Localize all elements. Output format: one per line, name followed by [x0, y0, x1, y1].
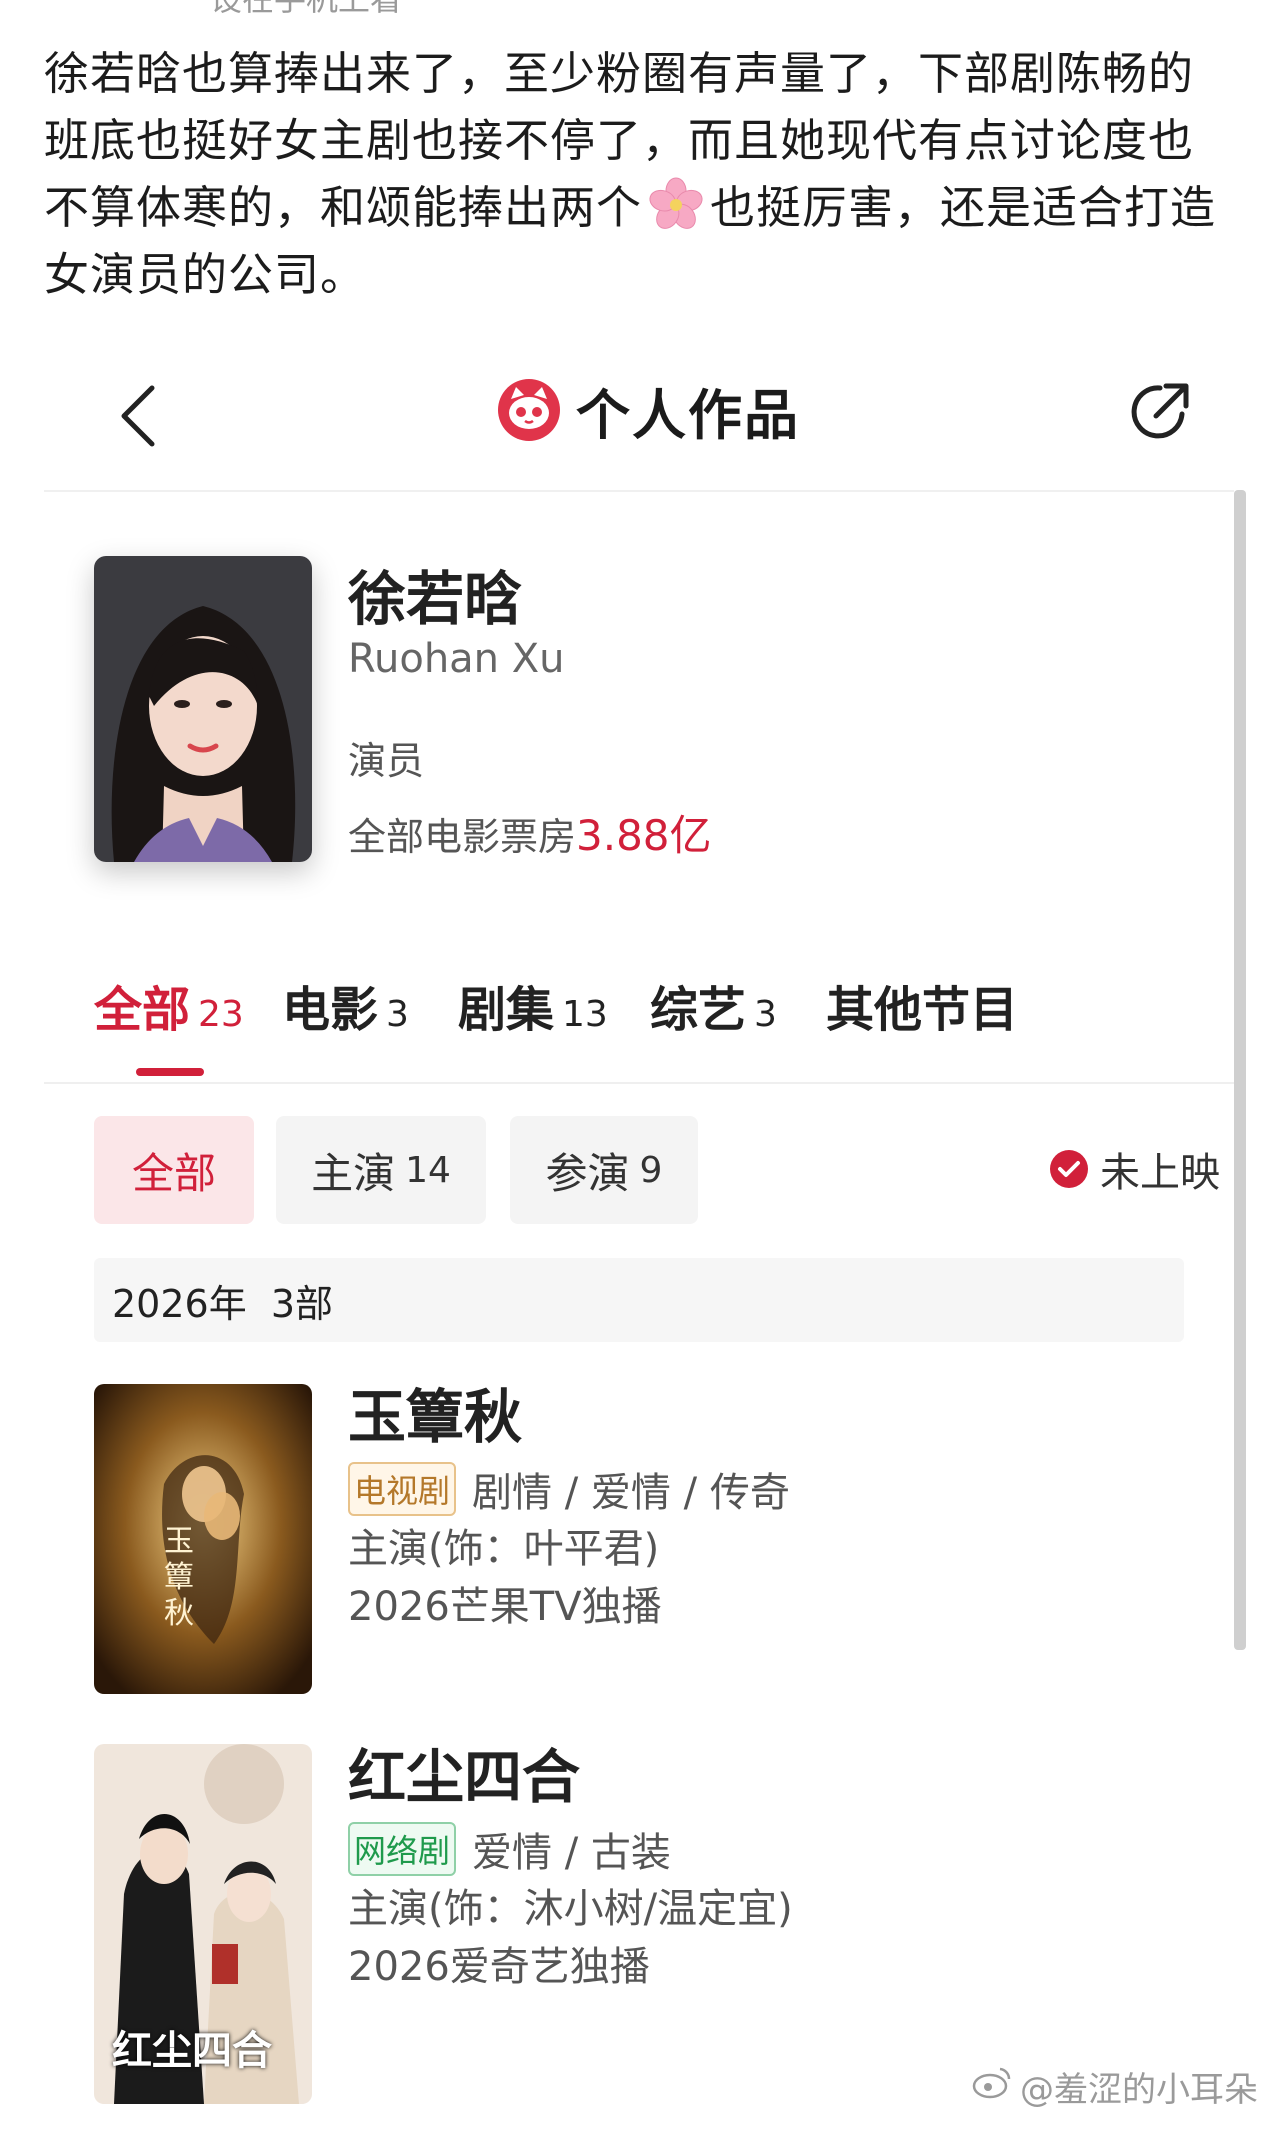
scrollbar[interactable] [1234, 490, 1246, 1650]
chip-label: 参演 [545, 1148, 630, 1198]
filter-chip-supporting[interactable]: 参演 9 [510, 1116, 698, 1224]
boxoffice-line: 全部电影票房3.88亿 [348, 802, 712, 863]
poster-image[interactable]: 玉簟秋 [94, 1384, 312, 1694]
watermark: @羞涩的小耳朵 [972, 2062, 1258, 2111]
chip-label: 主演 [311, 1148, 396, 1198]
watermark-text: @羞涩的小耳朵 [1020, 2070, 1258, 2110]
post-text: 徐若晗也算捧出来了，至少粉圈有声量了，下部剧陈畅的班底也挺好女主剧也接不停了，而… [44, 40, 1234, 308]
chip-count: 14 [405, 1149, 451, 1191]
tab-count: 23 [198, 994, 244, 1035]
chip-count: 9 [639, 1149, 663, 1191]
actor-english-name: Ruohan Xu [348, 636, 565, 682]
check-circle-icon [1050, 1150, 1088, 1188]
type-badge: 电视剧 [348, 1462, 457, 1516]
work-role: 主演(饰：叶平君) [348, 1526, 660, 1572]
unreleased-label: 未上映 [1100, 1150, 1220, 1196]
actor-role: 演员 [348, 739, 425, 783]
tab-label: 电影 [282, 982, 379, 1038]
work-release: 2026芒果TV独播 [348, 1584, 662, 1630]
top-bar: 个人作品 [44, 330, 1234, 492]
tab-count: 3 [386, 994, 409, 1035]
type-badge: 网络剧 [348, 1822, 457, 1876]
work-title[interactable]: 玉簟秋 [348, 1370, 522, 1454]
tabs-divider [44, 1082, 1234, 1084]
work-release: 2026爱奇艺独播 [348, 1944, 650, 1990]
tab-label: 剧集 [458, 982, 555, 1038]
boxoffice-value: 3.88亿 [576, 811, 712, 860]
page-title: 个人作品 [576, 383, 800, 447]
year-group-label: 2026年 3部 [112, 1281, 334, 1326]
tab-movies[interactable]: 电影 3 [282, 970, 409, 1040]
work-title[interactable]: 红尘四合 [348, 1730, 580, 1814]
tab-series[interactable]: 剧集 13 [458, 970, 608, 1040]
tab-label: 综艺 [650, 982, 747, 1038]
active-tab-indicator [136, 1068, 204, 1076]
year-group-header: 2026年 3部 [94, 1258, 1184, 1342]
work-role: 主演(饰：沐小树/温定宜) [348, 1886, 793, 1932]
work-genres-line: 电视剧 剧情 / 爱情 / 传奇 [348, 1460, 790, 1518]
boxoffice-label: 全部电影票房 [348, 815, 577, 859]
tab-label: 其他节目 [826, 982, 1019, 1038]
work-genres-line: 网络剧 爱情 / 古装 [348, 1820, 671, 1878]
cat-eye-logo-icon [496, 377, 562, 443]
weibo-icon [972, 2065, 1012, 2108]
app-screenshot: 个人作品 徐若晗 Ruohan Xu 演员 全部电影票房3.88亿 全部 23 … [44, 330, 1246, 2130]
work-genres: 剧情 / 爱情 / 传奇 [472, 1470, 790, 1516]
cherry-blossom-icon [648, 177, 704, 233]
cut-off-header-text: 设在手机上看 [210, 0, 402, 20]
work-genres: 爱情 / 古装 [472, 1830, 671, 1876]
tab-other-programs[interactable]: 其他节目 [826, 970, 1234, 1040]
tab-count: 13 [562, 994, 608, 1035]
share-icon[interactable] [1120, 372, 1200, 452]
back-arrow-icon[interactable] [102, 376, 182, 456]
tab-all[interactable]: 全部 23 [94, 970, 244, 1040]
poster-image[interactable]: 红尘四合 [94, 1744, 312, 2104]
tab-count: 3 [754, 994, 777, 1035]
unreleased-toggle[interactable]: 未上映 [1050, 1140, 1220, 1198]
poster-title-text: 玉簟秋 [164, 1524, 194, 1631]
actor-name: 徐若晗 [348, 565, 523, 633]
tab-variety[interactable]: 综艺 3 [650, 970, 777, 1040]
poster-title-text: 红尘四合 [112, 2027, 272, 2074]
filter-chip-all[interactable]: 全部 [94, 1116, 254, 1224]
filter-chip-lead[interactable]: 主演 14 [276, 1116, 486, 1224]
category-tabs: 全部 23 电影 3 剧集 13 综艺 3 其他节目 [94, 970, 1234, 1040]
chip-label: 全部 [131, 1148, 216, 1198]
tab-label: 全部 [94, 982, 191, 1038]
title-group: 个人作品 [496, 370, 800, 450]
avatar [94, 556, 312, 862]
